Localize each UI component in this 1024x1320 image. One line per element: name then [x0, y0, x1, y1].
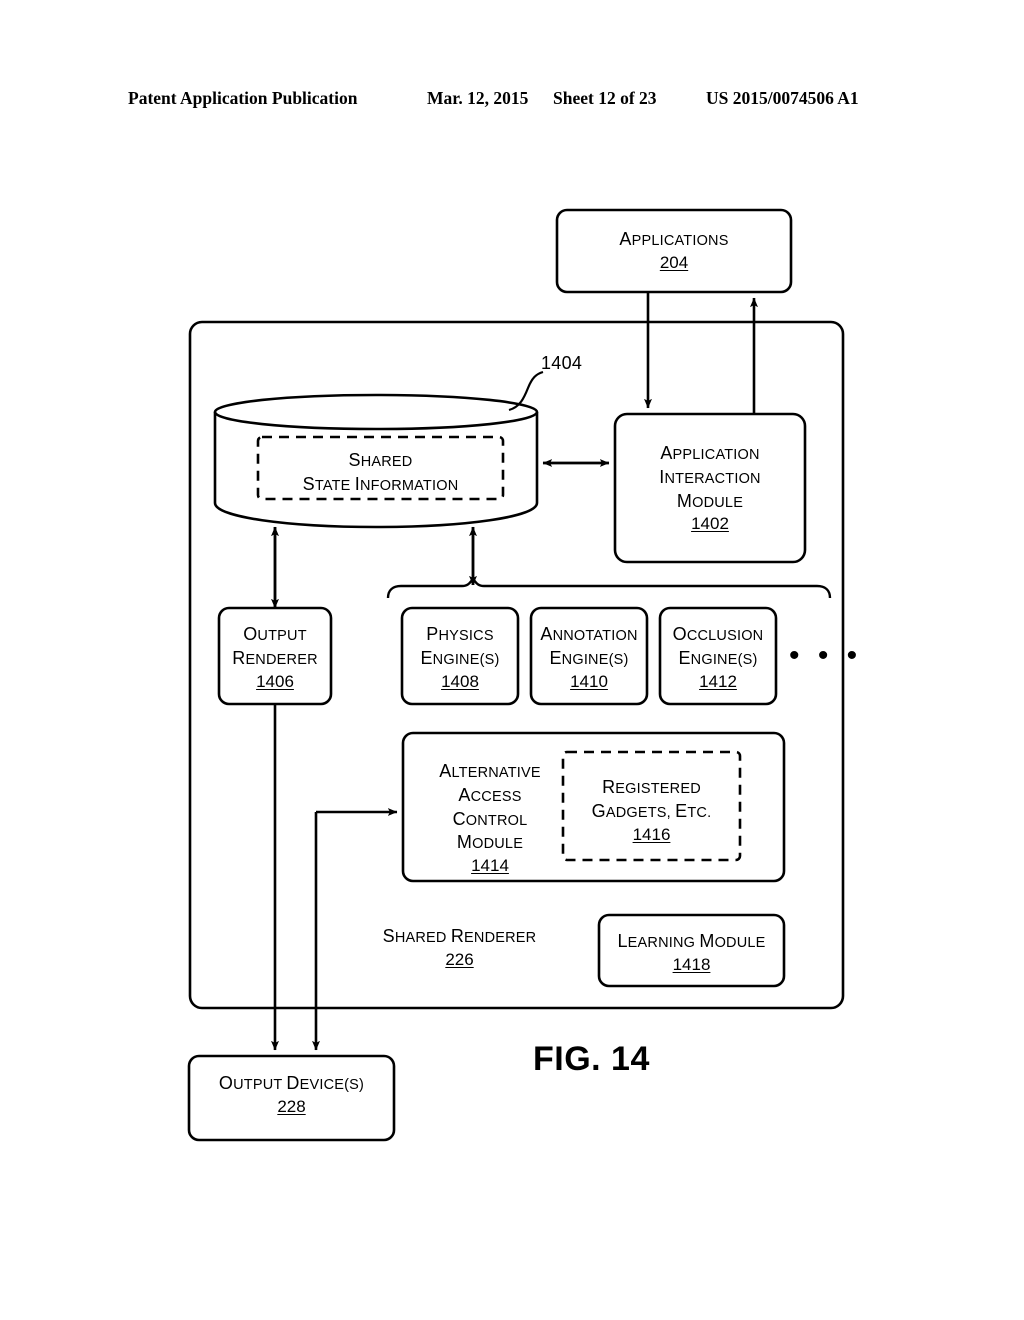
- annotation-engine-line2: ENGINE(S): [549, 647, 629, 668]
- learning-module-ref: 1418: [672, 954, 711, 974]
- alternative-access-line2: ACCESS: [458, 784, 522, 805]
- shared-renderer-ref: 226: [445, 949, 474, 969]
- patent-figure-page: Patent Application Publication Mar. 12, …: [0, 0, 1024, 1320]
- annotation-engine-line1: ANNOTATION: [540, 624, 638, 644]
- shared-state-line2: STATE INFORMATION: [302, 473, 459, 494]
- registered-gadgets-line1: REGISTERED: [602, 777, 701, 797]
- alternative-access-ref: 1414: [471, 856, 509, 875]
- shared-state-label: SHARED STATE INFORMATION: [258, 449, 503, 497]
- output-renderer-line2: RENDERER: [232, 647, 318, 668]
- output-devices-ref: 228: [277, 1096, 306, 1116]
- applications-title: AApplicationsPPLICATIONS: [619, 229, 729, 249]
- shared-renderer-line1: SHARED RENDERER: [382, 926, 537, 946]
- physics-engine-label: PHYSICS ENGINE(S) 1408: [402, 623, 518, 693]
- shared-renderer-label: SHARED RENDERER 226: [378, 925, 541, 971]
- registered-gadgets-label: REGISTERED GADGETS, ETC. 1416: [563, 776, 740, 846]
- output-renderer-ref: 1406: [256, 671, 294, 691]
- physics-engine-line1: PHYSICS: [426, 624, 494, 644]
- registered-gadgets-line2: GADGETS, ETC.: [591, 800, 712, 821]
- more-engines-ellipsis: • • •: [789, 639, 863, 672]
- application-interaction-label: APPLICATION INTERACTION MODULE 1402: [615, 442, 805, 536]
- annotation-engine-label: ANNOTATION ENGINE(S) 1410: [531, 623, 647, 693]
- application-interaction-line3: MODULE: [676, 490, 744, 511]
- learning-module-line1: LEARNING MODULE: [617, 931, 766, 951]
- output-renderer-label: OUTPUT RENDERER 1406: [219, 623, 331, 693]
- registered-gadgets-ref: 1416: [632, 824, 671, 844]
- applications-label: AApplicationsPPLICATIONS 204: [557, 228, 791, 274]
- output-renderer-line1: OUTPUT: [243, 624, 307, 644]
- occlusion-engine-line1: OCCLUSION: [672, 624, 764, 644]
- occlusion-engine-line2: ENGINE(S): [678, 647, 758, 668]
- applications-ref: 204: [659, 252, 689, 272]
- application-interaction-line1: APPLICATION: [660, 443, 760, 463]
- physics-engine-ref: 1408: [441, 671, 479, 691]
- application-interaction-line2: INTERACTION: [659, 466, 761, 487]
- annotation-engine-ref: 1410: [570, 671, 608, 691]
- figure-label: FIG. 14: [533, 1040, 650, 1078]
- output-devices-label: OUTPUT DEVICE(S) 228: [189, 1072, 394, 1118]
- alternative-access-line4: MODULE: [456, 832, 524, 853]
- alternative-access-control-label: ALTERNATIVE ACCESS CONTROL MODULE 1414: [425, 760, 555, 877]
- learning-module-label: LEARNING MODULE 1418: [599, 930, 784, 976]
- alternative-access-line1: ALTERNATIVE: [439, 761, 541, 781]
- occlusion-engine-ref: 1412: [699, 671, 737, 691]
- datastore-cylinder-top: [213, 393, 539, 431]
- datastore-ref-label: 1404: [541, 353, 583, 373]
- occlusion-engine-label: OCCLUSION ENGINE(S) 1412: [660, 623, 776, 693]
- application-interaction-ref: 1402: [691, 514, 729, 534]
- alternative-access-line3: CONTROL: [452, 808, 528, 829]
- engines-brace-shape: [386, 577, 832, 599]
- physics-engine-line2: ENGINE(S): [420, 647, 500, 668]
- output-devices-line1: OUTPUT DEVICE(S): [218, 1073, 365, 1093]
- shared-state-line1: SHARED: [348, 450, 413, 470]
